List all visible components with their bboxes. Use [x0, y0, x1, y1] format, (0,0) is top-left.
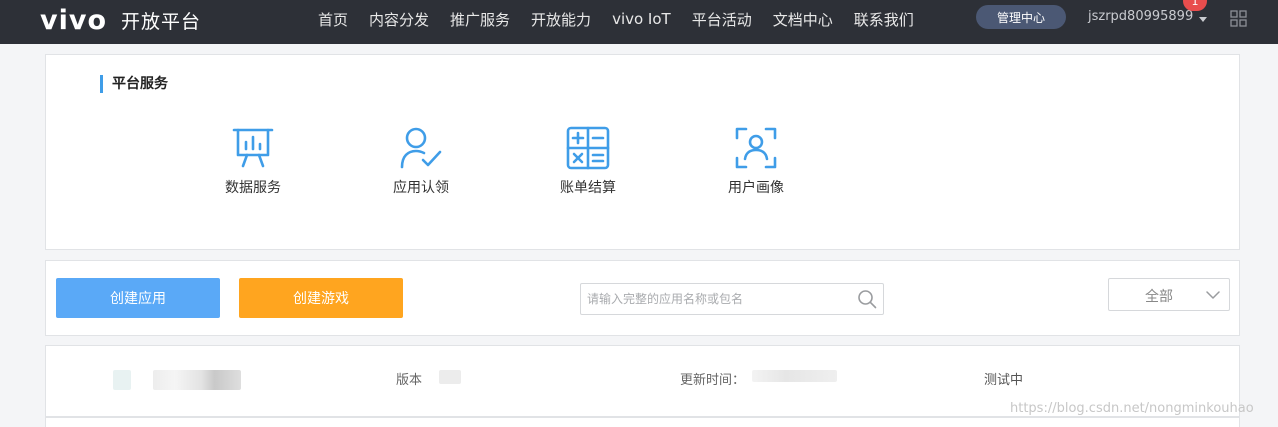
app-name-redacted: [153, 370, 241, 390]
nav-item-promotion[interactable]: 推广服务: [450, 9, 510, 30]
service-label: 账单结算: [560, 180, 616, 196]
notification-badge[interactable]: 1: [1183, 0, 1207, 11]
service-label: 数据服务: [225, 180, 281, 196]
app-grid-icon[interactable]: [1230, 10, 1247, 27]
nav-item-activities[interactable]: 平台活动: [692, 9, 752, 30]
search-input[interactable]: [581, 284, 851, 314]
status-badge: 测试中: [984, 373, 1024, 388]
next-row-edge: [45, 417, 1240, 427]
service-app-claim[interactable]: 应用认领: [376, 125, 466, 197]
service-label: 用户画像: [728, 180, 784, 196]
app-icon-placeholder: [113, 370, 131, 390]
logo-wordmark: vivo: [40, 4, 108, 36]
management-center-button[interactable]: 管理中心: [976, 5, 1066, 29]
service-user-profile[interactable]: 用户画像: [711, 125, 801, 197]
service-billing[interactable]: 账单结算: [543, 125, 633, 197]
watermark-text: https://blog.csdn.net/nongminkouhao: [1010, 401, 1254, 416]
search-box: [580, 283, 884, 315]
version-label: 版本: [396, 373, 423, 388]
service-data[interactable]: 数据服务: [208, 125, 298, 197]
create-game-button[interactable]: 创建游戏: [239, 278, 403, 318]
vivo-logo[interactable]: vivo 开放平台: [40, 4, 202, 36]
chevron-down-icon: [1206, 291, 1220, 299]
main-nav: 首页 内容分发 推广服务 开放能力 vivo IoT 平台活动 文档中心 联系我…: [318, 0, 935, 38]
user-scan-icon: [735, 127, 777, 169]
version-redacted: [439, 370, 461, 384]
nav-item-contact[interactable]: 联系我们: [854, 9, 914, 30]
nav-item-capabilities[interactable]: 开放能力: [531, 9, 591, 30]
updated-time-redacted: [752, 370, 837, 382]
chevron-down-icon[interactable]: [1199, 17, 1207, 22]
section-title: 平台服务: [100, 75, 168, 93]
username-menu[interactable]: jszrpd80995899: [1088, 9, 1193, 24]
nav-item-home[interactable]: 首页: [318, 9, 348, 30]
status-filter-select[interactable]: 全部: [1108, 278, 1230, 311]
app-toolbar: 创建应用 创建游戏 全部: [45, 260, 1240, 336]
nav-item-distribution[interactable]: 内容分发: [369, 9, 429, 30]
user-check-icon: [400, 127, 442, 169]
calculator-icon: [566, 126, 610, 170]
create-app-button[interactable]: 创建应用: [56, 278, 220, 318]
updated-time-label: 更新时间：: [680, 373, 746, 388]
status-filter-value: 全部: [1145, 289, 1173, 305]
nav-item-iot[interactable]: vivo IoT: [612, 10, 671, 28]
logo-subtitle: 开放平台: [121, 10, 202, 33]
nav-item-docs[interactable]: 文档中心: [773, 9, 833, 30]
data-chart-icon: [232, 128, 274, 168]
platform-services-panel: 平台服务 数据服务 应用认领 账单结算 用户画像: [45, 54, 1240, 250]
service-label: 应用认领: [393, 180, 449, 196]
top-navbar: vivo 开放平台 首页 内容分发 推广服务 开放能力 vivo IoT 平台活…: [0, 0, 1278, 44]
search-icon[interactable]: [857, 289, 877, 309]
